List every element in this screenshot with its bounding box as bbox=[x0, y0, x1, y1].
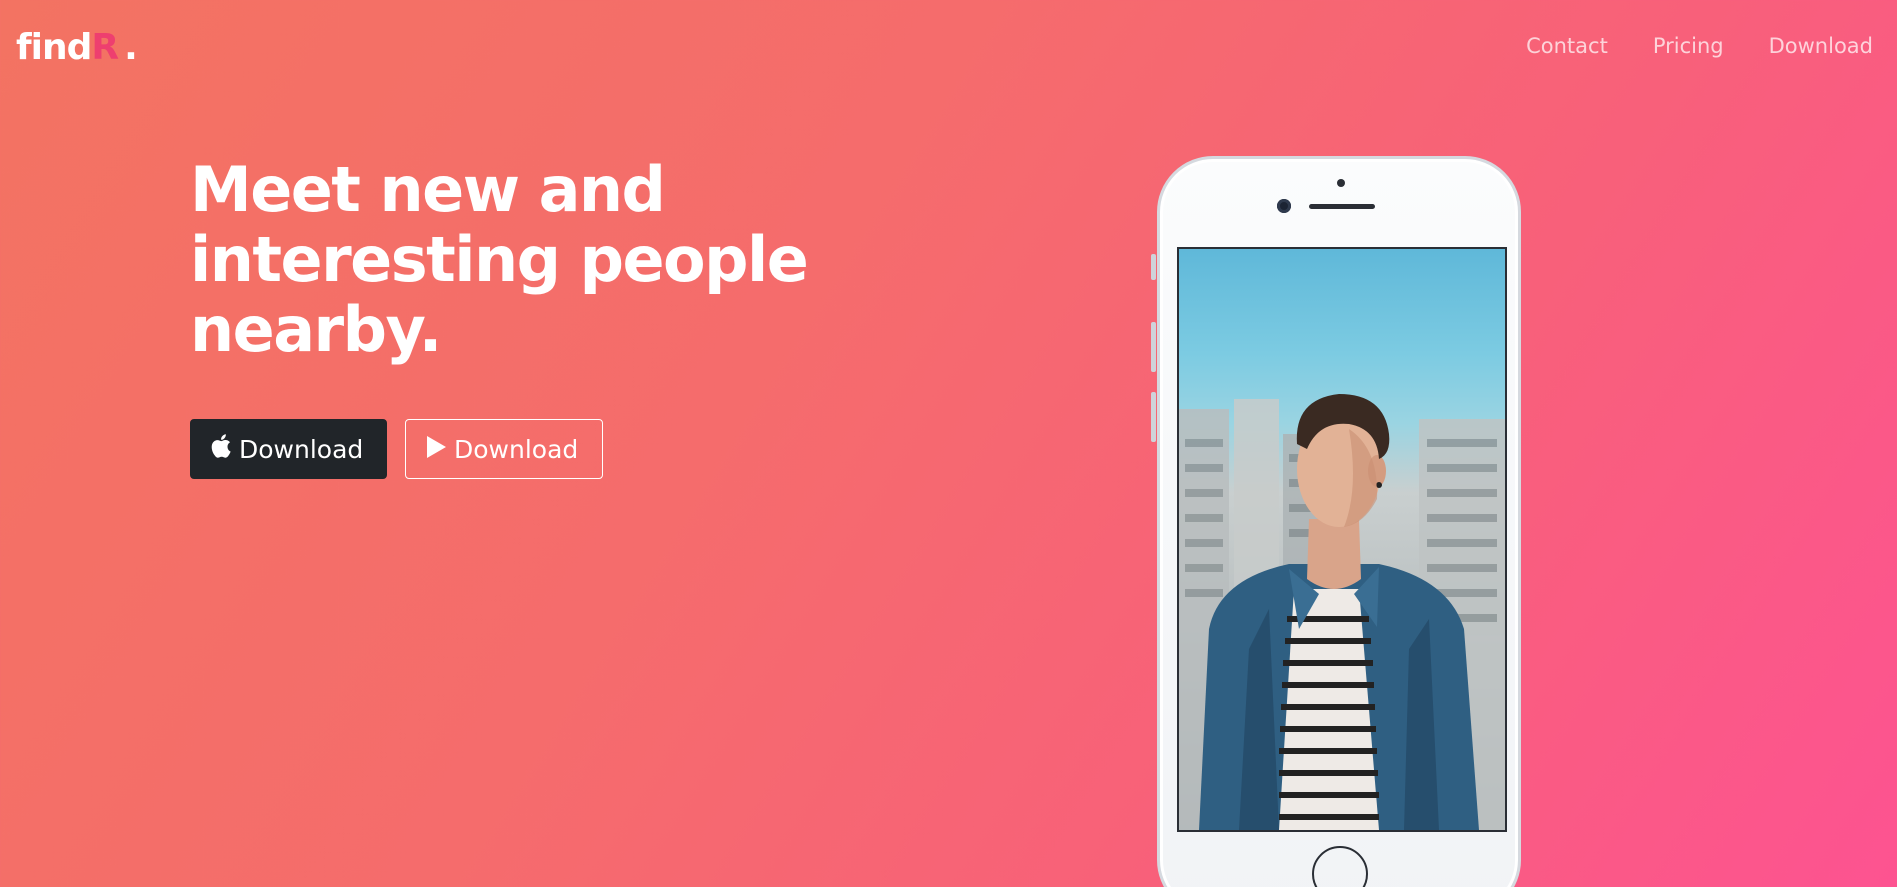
phone-speaker bbox=[1309, 204, 1375, 209]
download-buttons: Download Download bbox=[190, 419, 603, 479]
nav-download-link[interactable]: Download bbox=[1769, 34, 1873, 58]
nav-contact-link[interactable]: Contact bbox=[1526, 34, 1608, 58]
phone-side-button-top bbox=[1151, 254, 1156, 280]
phone-side-button-middle bbox=[1151, 322, 1156, 372]
nav-pricing-link[interactable]: Pricing bbox=[1653, 34, 1724, 58]
apple-icon bbox=[211, 434, 231, 464]
hero-headline-line-2: interesting people bbox=[190, 223, 809, 296]
phone-side-button-bottom bbox=[1151, 392, 1156, 442]
hero-headline: Meet new and interesting people nearby. bbox=[190, 155, 890, 365]
brand-accent: R bbox=[91, 27, 119, 68]
hero-headline-line-3: nearby. bbox=[190, 293, 442, 366]
play-store-download-button[interactable]: Download bbox=[405, 419, 603, 479]
navbar: findR. Contact Pricing Download bbox=[0, 0, 1897, 96]
app-store-download-label: Download bbox=[239, 434, 364, 464]
phone-camera-icon bbox=[1277, 199, 1291, 213]
play-icon bbox=[426, 435, 446, 464]
brand-dot: . bbox=[124, 27, 138, 68]
phone-sensor bbox=[1337, 179, 1345, 187]
phone-screen-photo bbox=[1177, 247, 1507, 832]
phone-home-button bbox=[1312, 846, 1368, 887]
phone-mockup bbox=[1157, 156, 1521, 887]
brand-logo[interactable]: findR. bbox=[16, 24, 138, 72]
brand-prefix: find bbox=[16, 27, 92, 68]
app-store-download-button[interactable]: Download bbox=[190, 419, 387, 479]
hero-headline-line-1: Meet new and bbox=[190, 153, 666, 226]
nav-links: Contact Pricing Download bbox=[1526, 34, 1873, 58]
play-store-download-label: Download bbox=[454, 434, 579, 464]
